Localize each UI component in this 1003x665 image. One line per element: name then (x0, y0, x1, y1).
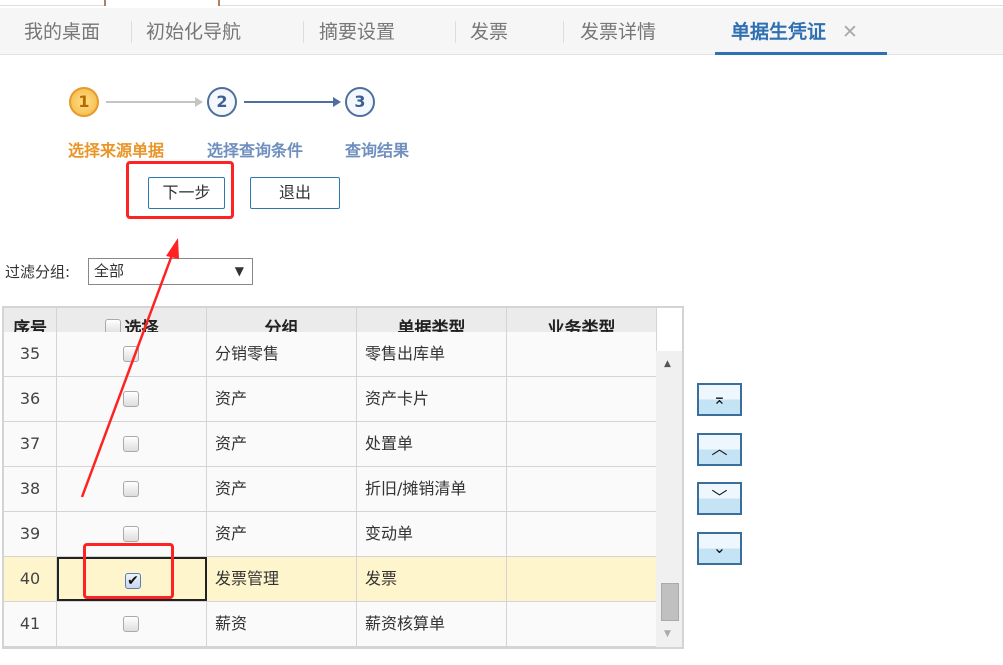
annotation-arrow (80, 238, 179, 498)
